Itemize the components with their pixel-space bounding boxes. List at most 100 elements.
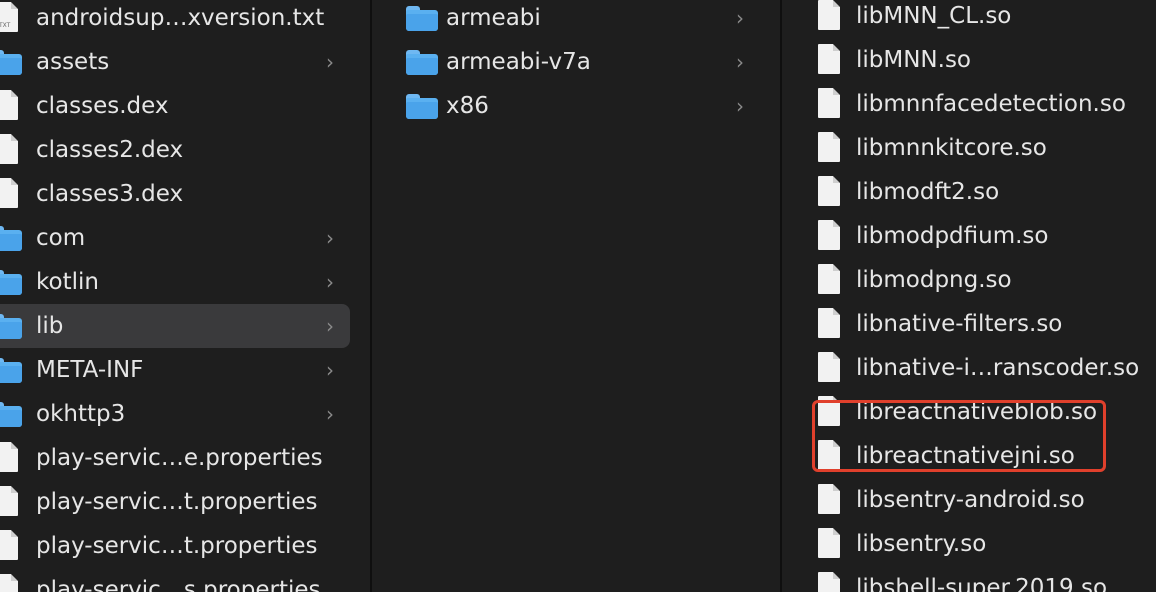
item-label: classes3.dex (36, 181, 184, 207)
file-icon (818, 264, 840, 294)
list-item-play-servic-t-properties[interactable]: play-servic…t.properties (0, 524, 370, 568)
item-label: libsentry.so (856, 531, 987, 557)
file-icon (0, 530, 18, 560)
file-icon (818, 484, 840, 514)
chevron-right-icon: › (326, 270, 334, 294)
item-label: okhttp3 (36, 401, 126, 427)
item-label: armeabi-v7a (446, 49, 591, 75)
chevron-right-icon: › (736, 6, 744, 30)
item-label: play-servic…t.properties (36, 533, 318, 559)
folder-icon (0, 50, 22, 75)
folder-icon (406, 50, 438, 75)
item-label: META-INF (36, 357, 144, 383)
chevron-right-icon: › (326, 50, 334, 74)
file-icon (0, 134, 18, 164)
chevron-right-icon: › (736, 94, 744, 118)
finder-column-root[interactable]: TXT androidsup…xversion.txt assets › classes… (0, 0, 370, 592)
list-item-play-servic-e-properties[interactable]: play-servic…e.properties (0, 436, 370, 480)
finder-column-x86[interactable]: libMNN_CL.so libMNN.so libmnnfacedetection… (782, 0, 1156, 592)
list-item-libmnnfacedetection-so[interactable]: libmnnfacedetection.so (782, 82, 1156, 126)
list-item-libmodft2-so[interactable]: libmodft2.so (782, 170, 1156, 214)
list-item-com[interactable]: com › (0, 216, 370, 260)
list-item-classes-dex[interactable]: classes.dex (0, 84, 370, 128)
item-label: com (36, 225, 86, 251)
list-item-classes3-dex[interactable]: classes3.dex (0, 172, 370, 216)
folder-icon (0, 314, 22, 339)
list-item-libsentry-android-so[interactable]: libsentry-android.so (782, 478, 1156, 522)
finder-column-lib[interactable]: armeabi › armeabi-v7a › x86 › (372, 0, 780, 592)
file-icon (818, 352, 840, 382)
folder-icon (0, 226, 22, 251)
list-item-assets[interactable]: assets › (0, 40, 370, 84)
folder-icon (0, 270, 22, 295)
item-label: libsentry-android.so (856, 487, 1085, 513)
item-label: libnative-filters.so (856, 311, 1063, 337)
file-icon (818, 88, 840, 118)
file-icon (818, 572, 840, 592)
list-item-libmnn-cl-so[interactable]: libMNN_CL.so (782, 0, 1156, 38)
item-label: classes2.dex (36, 137, 184, 163)
file-icon (0, 178, 18, 208)
folder-icon (406, 94, 438, 119)
list-item-okhttp3[interactable]: okhttp3 › (0, 392, 370, 436)
file-icon (0, 574, 18, 592)
file-icon (818, 176, 840, 206)
file-icon (0, 442, 18, 472)
folder-icon (406, 6, 438, 31)
list-item-armeabi-v7a[interactable]: armeabi-v7a › (372, 40, 780, 84)
item-label: libmnnfacedetection.so (856, 91, 1126, 117)
chevron-right-icon: › (736, 50, 744, 74)
item-label: libmodpng.so (856, 267, 1012, 293)
list-item-kotlin[interactable]: kotlin › (0, 260, 370, 304)
item-label: libmodpdfium.so (856, 223, 1049, 249)
file-icon (0, 486, 18, 516)
file-icon (818, 220, 840, 250)
item-label: play-servic…s.properties (36, 577, 321, 592)
item-label: classes.dex (36, 93, 169, 119)
item-label: libMNN.so (856, 47, 971, 73)
list-item-classes2-dex[interactable]: classes2.dex (0, 128, 370, 172)
file-icon (818, 132, 840, 162)
list-item-libshell-super-2019-so[interactable]: libshell-super.2019.so (782, 566, 1156, 592)
list-item-x86[interactable]: x86 › (372, 84, 780, 128)
chevron-right-icon: › (326, 226, 334, 250)
list-item-libmnnkitcore-so[interactable]: libmnnkitcore.so (782, 126, 1156, 170)
item-label: lib (36, 313, 64, 339)
annotation-highlight-box (812, 400, 1106, 472)
file-icon (818, 528, 840, 558)
list-item-libnative-filters-so[interactable]: libnative-filters.so (782, 302, 1156, 346)
item-label: assets (36, 49, 110, 75)
file-icon (0, 90, 18, 120)
list-item-androidsup-xversion-txt[interactable]: TXT androidsup…xversion.txt (0, 0, 370, 40)
list-item-play-servic-t-properties[interactable]: play-servic…t.properties (0, 480, 370, 524)
list-item-libsentry-so[interactable]: libsentry.so (782, 522, 1156, 566)
list-item-play-servic-s-properties[interactable]: play-servic…s.properties (0, 568, 370, 592)
item-label: play-servic…t.properties (36, 489, 318, 515)
file-icon (818, 44, 840, 74)
item-label: x86 (446, 93, 489, 119)
folder-icon (0, 402, 22, 427)
item-label: libmodft2.so (856, 179, 1000, 205)
text-file-icon: TXT (0, 2, 18, 32)
chevron-right-icon: › (326, 314, 334, 338)
item-label: libnative-i…ranscoder.so (856, 355, 1140, 381)
chevron-right-icon: › (326, 402, 334, 426)
list-item-lib[interactable]: lib › (0, 304, 370, 348)
file-icon (818, 308, 840, 338)
item-label: androidsup…xversion.txt (36, 5, 325, 31)
folder-icon (0, 358, 22, 383)
item-label: libshell-super.2019.so (856, 575, 1108, 592)
item-label: libmnnkitcore.so (856, 135, 1047, 161)
item-label: libMNN_CL.so (856, 3, 1012, 29)
list-item-libnative-i-ranscoder-so[interactable]: libnative-i…ranscoder.so (782, 346, 1156, 390)
item-label: play-servic…e.properties (36, 445, 323, 471)
list-item-armeabi[interactable]: armeabi › (372, 0, 780, 40)
chevron-right-icon: › (326, 358, 334, 382)
list-item-libmodpng-so[interactable]: libmodpng.so (782, 258, 1156, 302)
list-item-meta-inf[interactable]: META-INF › (0, 348, 370, 392)
item-label: armeabi (446, 5, 541, 31)
list-item-libmodpdfium-so[interactable]: libmodpdfium.so (782, 214, 1156, 258)
file-icon (818, 0, 840, 30)
list-item-libmnn-so[interactable]: libMNN.so (782, 38, 1156, 82)
item-label: kotlin (36, 269, 99, 295)
